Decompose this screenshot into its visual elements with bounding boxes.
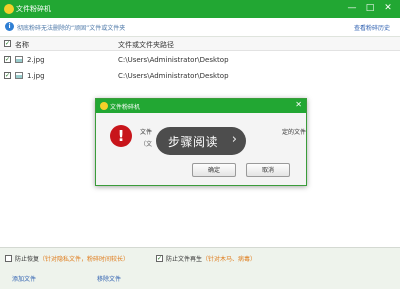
column-header-path[interactable]: 文件或文件夹路径 — [118, 40, 174, 50]
prevent-regeneration-label: 防止文件再生 — [166, 256, 203, 263]
dialog-message-start: 文件 — [140, 129, 153, 136]
add-file-link[interactable]: 添加文件 — [12, 274, 36, 283]
dialog-title: 文件粉碎机 — [110, 104, 141, 111]
select-all-checkbox[interactable]: ✓ — [4, 40, 11, 47]
title-bar: 文件粉碎机 — □ ✕ — [0, 0, 400, 18]
step-reading-label: 步骤阅读 — [168, 135, 219, 149]
prevent-recovery-option[interactable]: 防止恢复（针对隐私文件，粉碎时间较长） — [5, 254, 129, 263]
column-header-name[interactable]: 名称 — [15, 40, 29, 50]
image-file-icon — [15, 56, 23, 63]
table-header: ✓ 名称 文件或文件夹路径 — [0, 37, 400, 51]
app-logo-icon — [4, 4, 14, 14]
file-name: 1.jpg — [27, 72, 45, 80]
dialog-title-bar: 文件粉碎机 ✕ — [96, 99, 306, 113]
footer-bar: 防止恢复（针对隐私文件，粉碎时间较长） ✓ 防止文件再生（针对木马、病毒） 添加文… — [0, 247, 400, 289]
prevent-recovery-note: （针对隐私文件，粉碎时间较长） — [39, 256, 130, 263]
table-row[interactable]: ✓ 2.jpg C:\Users\Administrator\Desktop — [0, 52, 400, 68]
dialog-message-end: 定的文件 — [282, 129, 307, 136]
row-checkbox[interactable]: ✓ — [4, 72, 11, 79]
view-history-link[interactable]: 查看粉碎历史 — [354, 23, 390, 32]
remove-file-link[interactable]: 移除文件 — [97, 274, 121, 283]
cancel-button[interactable]: 取消 — [246, 163, 290, 177]
file-path: C:\Users\Administrator\Desktop — [118, 56, 229, 64]
ok-button[interactable]: 确定 — [192, 163, 236, 177]
row-checkbox[interactable]: ✓ — [4, 56, 11, 63]
error-icon: ! — [110, 125, 132, 147]
info-text: 彻底粉碎无法删除的“顽固”文件或文件夹 — [17, 25, 126, 32]
prevent-regeneration-option[interactable]: ✓ 防止文件再生（针对木马、病毒） — [156, 254, 256, 263]
table-row[interactable]: ✓ 1.jpg C:\Users\Administrator\Desktop — [0, 68, 400, 84]
close-button[interactable]: ✕ — [380, 2, 396, 15]
file-name: 2.jpg — [27, 56, 45, 64]
app-logo-icon — [100, 102, 108, 110]
image-file-icon — [15, 72, 23, 79]
window-title: 文件粉碎机 — [16, 5, 51, 13]
maximize-button[interactable]: □ — [362, 2, 378, 15]
prevent-regeneration-note: （针对木马、病毒） — [202, 256, 257, 263]
file-path: C:\Users\Administrator\Desktop — [118, 72, 229, 80]
step-reading-overlay[interactable]: 步骤阅读 › — [156, 127, 246, 155]
dialog-message-line2: （文 — [140, 141, 153, 148]
info-icon: i — [5, 22, 14, 31]
dialog-close-button[interactable]: ✕ — [295, 100, 302, 109]
prevent-recovery-label: 防止恢复 — [15, 256, 40, 263]
info-bar: i 彻底粉碎无法删除的“顽固”文件或文件夹 查看粉碎历史 — [0, 18, 400, 37]
prevent-regeneration-checkbox[interactable]: ✓ — [156, 255, 163, 262]
minimize-button[interactable]: — — [344, 2, 360, 15]
confirm-dialog: 文件粉碎机 ✕ ! 文件 定的文件 （文 步骤阅读 › 确定 取消 — [95, 98, 307, 186]
prevent-recovery-checkbox[interactable] — [5, 255, 12, 262]
chevron-right-icon: › — [231, 132, 237, 147]
